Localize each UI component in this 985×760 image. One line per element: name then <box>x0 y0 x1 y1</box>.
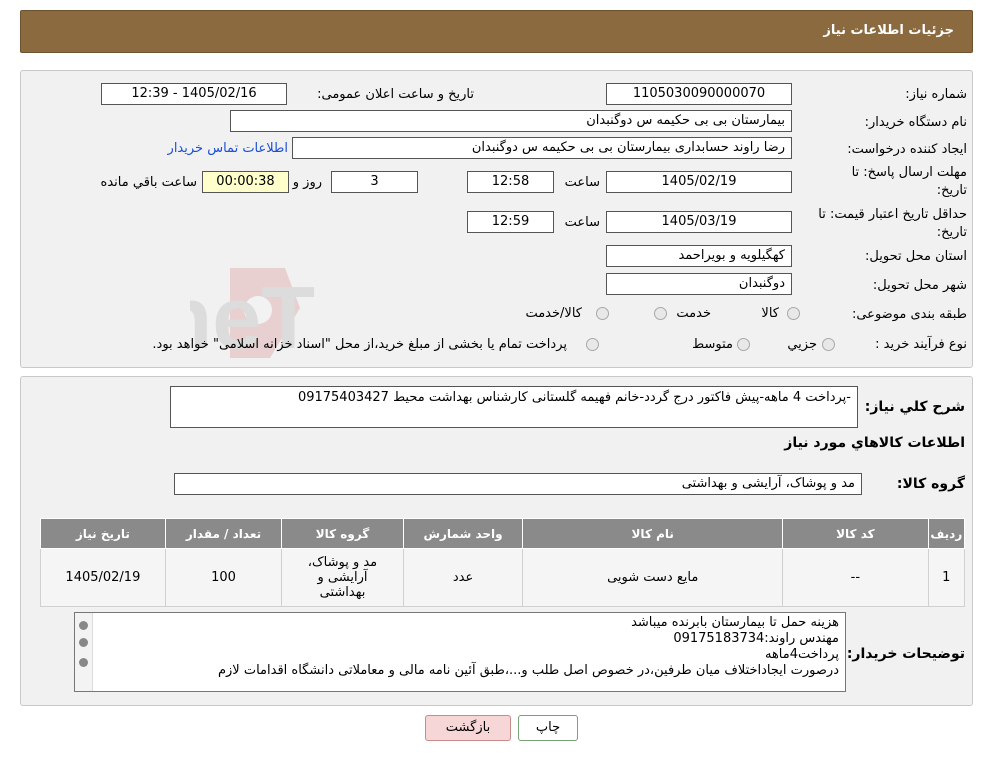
notes-scrollbar[interactable] <box>75 613 93 691</box>
notes-line: هزینه حمل تا بیمارستان بابرنده میباشد <box>631 615 839 630</box>
need-number-field: 1105030090000070 <box>606 83 792 105</box>
process-radio-treasury[interactable] <box>586 338 599 351</box>
validity-date-field: 1405/03/19 <box>606 211 792 233</box>
col-qty: تعداد / مقدار <box>164 518 283 549</box>
process-radio-medium[interactable] <box>737 338 750 351</box>
back-button[interactable]: بازگشت <box>425 715 511 741</box>
days-field: 3 <box>331 171 418 193</box>
scroll-thumb-icon[interactable] <box>79 638 88 647</box>
creator-field: رضا راوند حسابداری بیمارستان بی بی حکیمه… <box>292 137 792 159</box>
deadline-time-label: ساعت <box>564 175 600 190</box>
page-title: جزئیات اطلاعات نیاز <box>823 23 954 38</box>
col-name: نام کالا <box>522 518 784 549</box>
category-radio-service[interactable] <box>654 307 667 320</box>
goods-info-title: اطلاعات کالاهاي مورد نياز <box>784 435 965 451</box>
province-field: کهگیلویه و بویراحمد <box>606 245 792 267</box>
scroll-down-icon[interactable] <box>79 658 88 667</box>
buyer-contact-link[interactable]: اطلاعات تماس خریدار <box>168 141 288 156</box>
summary-label: شرح کلي نياز: <box>864 399 965 415</box>
cell-date: 1405/02/19 <box>40 548 166 607</box>
deadline-time-field: 12:58 <box>467 171 554 193</box>
col-unit: واحد شمارش <box>402 518 524 549</box>
validity-time-label: ساعت <box>564 215 600 230</box>
category-radio-goods[interactable] <box>787 307 800 320</box>
notes-line: پرداخت4ماهه <box>764 647 839 662</box>
city-field: دوگنبدان <box>606 273 792 295</box>
cell-row: 1 <box>927 548 966 607</box>
buyer-org-label: نام دستگاه خریدار: <box>864 115 967 130</box>
need-number-label: شماره نیاز: <box>905 87 967 102</box>
city-label: شهر محل تحویل: <box>872 278 967 293</box>
announce-field: 1405/02/16 - 12:39 <box>101 83 287 105</box>
col-group: گروه کالا <box>281 518 404 549</box>
table-header-row: رديف کد کالا نام کالا واحد شمارش گروه کا… <box>40 518 966 549</box>
process-option-minor: جزيي <box>787 337 817 352</box>
print-button[interactable]: چاپ <box>518 715 578 741</box>
category-option-goods: کالا <box>761 306 779 321</box>
scroll-up-icon[interactable] <box>79 621 88 630</box>
group-label: گروه کالا: <box>896 476 965 492</box>
cell-unit: عدد <box>402 548 524 607</box>
buyer-org-field: بیمارستان بی بی حکیمه س دوگنبدان <box>230 110 792 132</box>
category-option-goods-service: کالا/خدمت <box>525 306 582 321</box>
deadline-date-field: 1405/02/19 <box>606 171 792 193</box>
deadline-label-2: تاریخ: <box>936 183 967 198</box>
col-date: تاريخ نياز <box>40 518 166 549</box>
process-radio-minor[interactable] <box>822 338 835 351</box>
deadline-label: مهلت ارسال پاسخ: تا <box>851 165 967 180</box>
process-label: نوع فرآیند خرید : <box>875 337 967 352</box>
category-radio-goods-service[interactable] <box>596 307 609 320</box>
cell-name: مایع دست شویی <box>522 548 784 607</box>
announce-label: تاریخ و ساعت اعلان عمومی: <box>317 87 474 102</box>
remaining-label: ساعت باقي مانده <box>100 175 197 190</box>
category-label: طبقه بندی موضوعی: <box>851 307 967 322</box>
cell-group: مد و پوشاک، آرایشی و بهداشتی <box>281 548 404 607</box>
summary-text-area: -پرداخت 4 ماهه-پیش فاکتور درج گردد-خانم … <box>170 386 858 428</box>
validity-label-2: تاریخ: <box>936 225 967 240</box>
col-row: رديف <box>927 518 966 549</box>
cell-qty: 100 <box>164 548 283 607</box>
items-table: رديف کد کالا نام کالا واحد شمارش گروه کا… <box>40 518 966 607</box>
col-code: کد کالا <box>782 518 929 549</box>
validity-time-field: 12:59 <box>467 211 554 233</box>
category-option-service: خدمت <box>676 306 711 321</box>
notes-line: مهندس راوند:09175183734 <box>673 631 839 646</box>
process-note: پرداخت تمام یا بخشی از مبلغ خرید،از محل … <box>152 337 567 352</box>
summary-text: -پرداخت 4 ماهه-پیش فاکتور درج گردد-خانم … <box>297 390 851 405</box>
validity-label: حداقل تاریخ اعتبار قیمت: تا <box>818 207 967 222</box>
days-label: روز و <box>292 175 322 190</box>
province-label: استان محل تحویل: <box>865 249 967 264</box>
table-row: 1 -- مایع دست شویی عدد مد و پوشاک، آرایش… <box>40 548 966 607</box>
process-option-medium: متوسط <box>692 337 733 352</box>
notes-line: درصورت ایجاداختلاف میان طرفین،در خصوص اص… <box>217 663 839 678</box>
page-header: جزئیات اطلاعات نیاز <box>20 10 973 53</box>
cell-code: -- <box>782 548 929 607</box>
group-field: مد و پوشاک، آرایشی و بهداشتی <box>174 473 862 495</box>
remaining-time-field: 00:00:38 <box>202 171 289 193</box>
creator-label: ایجاد کننده درخواست: <box>847 142 967 157</box>
notes-label: توضیحات خریدار: <box>846 646 965 662</box>
notes-textarea[interactable]: هزینه حمل تا بیمارستان بابرنده میباشد مه… <box>74 612 846 692</box>
